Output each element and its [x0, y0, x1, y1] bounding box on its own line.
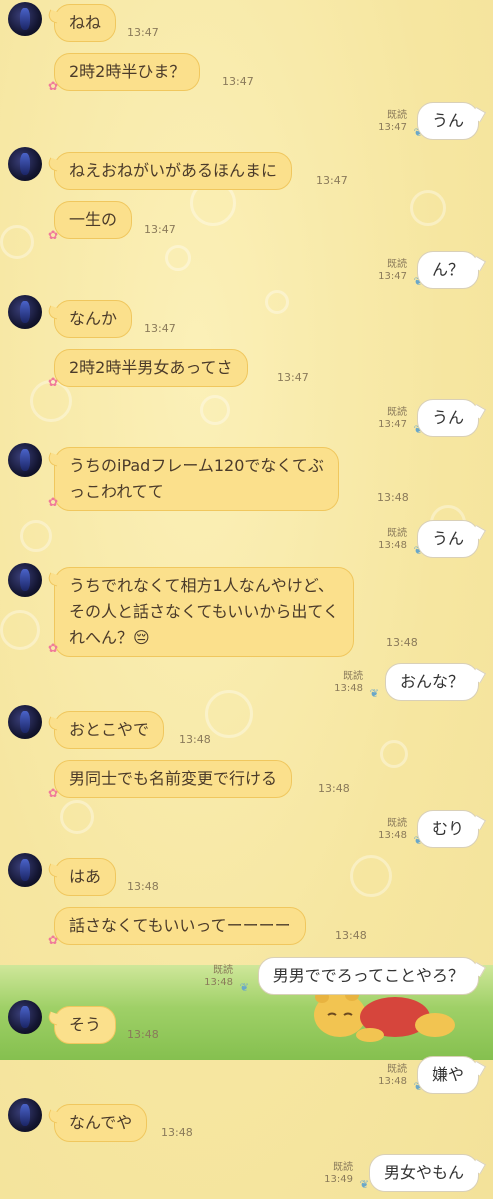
message-bubble-received[interactable]: はあ: [54, 858, 117, 896]
reaction-flower-icon: ✿: [48, 79, 59, 93]
message-timestamp: 13:48: [127, 880, 159, 893]
leaf-icon: ❦: [359, 1178, 369, 1191]
message-bubble-sent[interactable]: 嫌や: [416, 1056, 479, 1094]
message-bubble-sent[interactable]: ん？: [416, 251, 479, 289]
read-receipt: 既読 13:47: [378, 407, 407, 430]
contact-avatar[interactable]: [8, 705, 42, 739]
message-timestamp: 13:48: [386, 636, 418, 649]
read-receipt: 既読 13:49: [324, 1162, 353, 1185]
read-receipt: 既読 13:48: [204, 965, 233, 988]
message-bubble-sent[interactable]: うん: [416, 399, 479, 437]
read-receipt: 既読 13:47: [378, 259, 407, 282]
message-timestamp: 13:48: [377, 491, 409, 504]
contact-avatar[interactable]: [8, 853, 42, 887]
message-bubble-sent[interactable]: うん: [416, 520, 479, 558]
read-receipt: 既読 13:48: [378, 818, 407, 841]
message-timestamp: 13:47: [144, 223, 176, 236]
message-bubble-received[interactable]: おとこやで: [54, 711, 165, 749]
contact-avatar[interactable]: [8, 1000, 42, 1034]
read-receipt: 既読 13:48: [378, 1064, 407, 1087]
message-timestamp: 13:48: [179, 733, 211, 746]
message-bubble-received[interactable]: そう: [54, 1006, 117, 1044]
reaction-flower-icon: ✿: [48, 786, 59, 800]
message-timestamp: 13:47: [316, 174, 348, 187]
message-timestamp: 13:47: [127, 26, 159, 39]
read-receipt: 既読 13:48: [378, 528, 407, 551]
message-bubble-sent[interactable]: 男女やもん: [368, 1154, 479, 1192]
message-timestamp: 13:47: [222, 75, 254, 88]
read-receipt: 既読 13:47: [378, 110, 407, 133]
message-bubble-received[interactable]: なんでや: [54, 1104, 148, 1142]
message-timestamp: 13:48: [161, 1126, 193, 1139]
message-bubble-received[interactable]: ねえおねがいがあるほんまに: [54, 152, 293, 190]
message-bubble-received[interactable]: 2時2時半男女あってさ: [54, 349, 248, 387]
message-bubble-received[interactable]: うちのiPadフレーム120でなくてぶ っこわれてて: [54, 447, 339, 511]
contact-avatar[interactable]: [8, 2, 42, 36]
message-timestamp: 13:48: [335, 929, 367, 942]
contact-avatar[interactable]: [8, 443, 42, 477]
message-bubble-sent[interactable]: むり: [416, 810, 479, 848]
read-receipt: 既読 13:48: [334, 671, 363, 694]
contact-avatar[interactable]: [8, 563, 42, 597]
message-bubble-received[interactable]: うちでれなくて相方1人なんやけど、 その人と話さなくてもいいから出てく れへん？…: [54, 567, 354, 657]
message-bubble-received[interactable]: なんか: [54, 300, 133, 338]
contact-avatar[interactable]: [8, 295, 42, 329]
message-timestamp: 13:48: [318, 782, 350, 795]
message-timestamp: 13:47: [277, 371, 309, 384]
reaction-flower-icon: ✿: [48, 933, 59, 947]
contact-avatar[interactable]: [8, 1098, 42, 1132]
message-bubble-received[interactable]: 男同士でも名前変更で行ける: [54, 760, 293, 798]
message-bubble-sent[interactable]: うん: [416, 102, 479, 140]
contact-avatar[interactable]: [8, 147, 42, 181]
message-timestamp: 13:47: [144, 322, 176, 335]
message-bubble-sent[interactable]: 男男ででろってことやろ？: [257, 957, 479, 995]
reaction-flower-icon: ✿: [48, 228, 59, 242]
leaf-icon: ❦: [369, 687, 379, 700]
message-bubble-received[interactable]: ねね: [54, 4, 117, 42]
message-bubble-received[interactable]: 話さなくてもいいってーーーー: [54, 907, 306, 945]
reaction-flower-icon: ✿: [48, 641, 59, 655]
reaction-flower-icon: ✿: [48, 495, 59, 509]
message-bubble-received[interactable]: 一生の: [54, 201, 133, 239]
message-timestamp: 13:48: [127, 1028, 159, 1041]
reaction-flower-icon: ✿: [48, 375, 59, 389]
message-bubble-sent[interactable]: おんな？: [384, 663, 479, 701]
leaf-icon: ❦: [239, 981, 249, 994]
message-bubble-received[interactable]: 2時2時半ひま？: [54, 53, 201, 91]
